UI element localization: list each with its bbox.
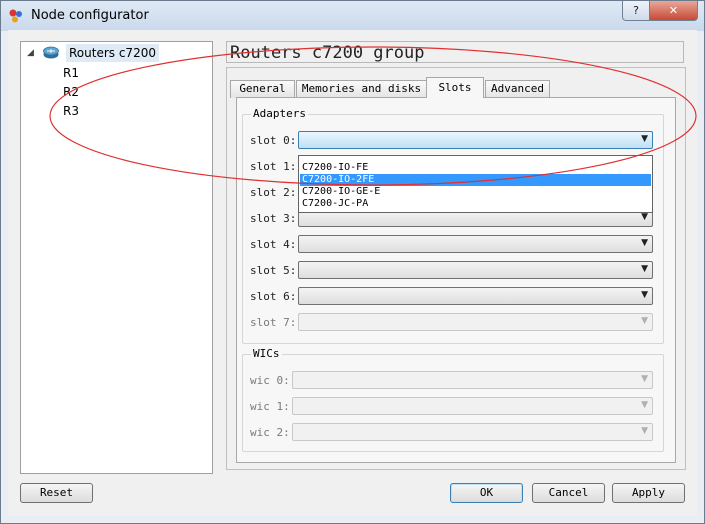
chevron-down-icon: ▼ xyxy=(641,426,648,436)
slot-6-label: slot 6: xyxy=(250,290,297,303)
ok-button[interactable]: OK xyxy=(450,483,523,503)
wic-1-label: wic 1: xyxy=(250,400,290,413)
slot-7-label: slot 7: xyxy=(250,316,297,329)
slot-5-select[interactable]: ▼ xyxy=(298,261,653,279)
slot-6-select[interactable]: ▼ xyxy=(298,287,653,305)
chevron-down-icon: ▼ xyxy=(641,316,648,326)
close-button[interactable]: ✕ xyxy=(649,1,698,21)
tree-item-r1[interactable]: R1 xyxy=(63,64,79,82)
chevron-down-icon: ▼ xyxy=(641,400,648,410)
dropdown-option[interactable]: C7200-IO-FE xyxy=(300,162,651,174)
help-icon: ? xyxy=(633,4,639,17)
tab-slots[interactable]: Slots xyxy=(426,77,484,98)
collapse-arrow-icon[interactable]: ◢ xyxy=(27,44,34,62)
window-title: Node configurator xyxy=(31,8,149,23)
close-icon: ✕ xyxy=(668,4,679,17)
chevron-down-icon[interactable]: ▼ xyxy=(641,238,648,248)
reset-button[interactable]: Reset xyxy=(20,483,93,503)
tree-item-routers-c7200[interactable]: ◢ Routers c7200 xyxy=(21,44,212,62)
tree-item-r2[interactable]: R2 xyxy=(63,83,79,101)
app-icon xyxy=(9,9,22,23)
dialog-client-area: ◢ Routers c7200 R1 R2 R3 Routers c7200 g… xyxy=(8,30,697,516)
slot-5-label: slot 5: xyxy=(250,264,297,277)
dropdown-option-selected[interactable]: C7200-IO-2FE xyxy=(300,174,651,186)
slot-1-label: slot 1: xyxy=(250,160,297,173)
router-icon xyxy=(43,46,59,59)
chevron-down-icon[interactable]: ▼ xyxy=(641,290,648,300)
slot-0-dropdown-list[interactable]: C7200-IO-FE C7200-IO-2FE C7200-IO-GE-E C… xyxy=(298,155,653,213)
wic-2-select: ▼ xyxy=(292,423,653,441)
help-button[interactable]: ? xyxy=(622,1,650,21)
slot-0-select[interactable]: ▼ xyxy=(298,131,653,149)
slot-3-label: slot 3: xyxy=(250,212,297,225)
dropdown-option[interactable]: C7200-JC-PA xyxy=(300,198,651,210)
slot-2-label: slot 2: xyxy=(250,186,297,199)
title-bar[interactable]: Node configurator ? ✕ xyxy=(1,1,704,31)
tab-memories-and-disks[interactable]: Memories and disks xyxy=(296,80,427,98)
cancel-button[interactable]: Cancel xyxy=(532,483,605,503)
slot-7-select: ▼ xyxy=(298,313,653,331)
tab-general[interactable]: General xyxy=(230,80,295,98)
wic-0-label: wic 0: xyxy=(250,374,290,387)
tab-advanced[interactable]: Advanced xyxy=(485,80,550,98)
tree-item-label: Routers c7200 xyxy=(66,44,159,62)
adapters-group-title: Adapters xyxy=(251,107,308,120)
slot-4-label: slot 4: xyxy=(250,238,297,251)
page-title: Routers c7200 group xyxy=(226,41,684,63)
chevron-down-icon: ▼ xyxy=(641,374,648,384)
wic-2-label: wic 2: xyxy=(250,426,290,439)
slot-4-select[interactable]: ▼ xyxy=(298,235,653,253)
chevron-down-icon[interactable]: ▼ xyxy=(641,134,648,144)
dropdown-option[interactable]: C7200-IO-GE-E xyxy=(300,186,651,198)
node-tree[interactable]: ◢ Routers c7200 R1 R2 R3 xyxy=(20,41,213,474)
slot-0-label: slot 0: xyxy=(250,134,297,147)
tree-item-r3[interactable]: R3 xyxy=(63,102,79,120)
wic-0-select: ▼ xyxy=(292,371,653,389)
chevron-down-icon[interactable]: ▼ xyxy=(641,264,648,274)
wics-group-title: WICs xyxy=(251,347,282,360)
apply-button[interactable]: Apply xyxy=(612,483,685,503)
wic-1-select: ▼ xyxy=(292,397,653,415)
chevron-down-icon[interactable]: ▼ xyxy=(641,212,648,222)
